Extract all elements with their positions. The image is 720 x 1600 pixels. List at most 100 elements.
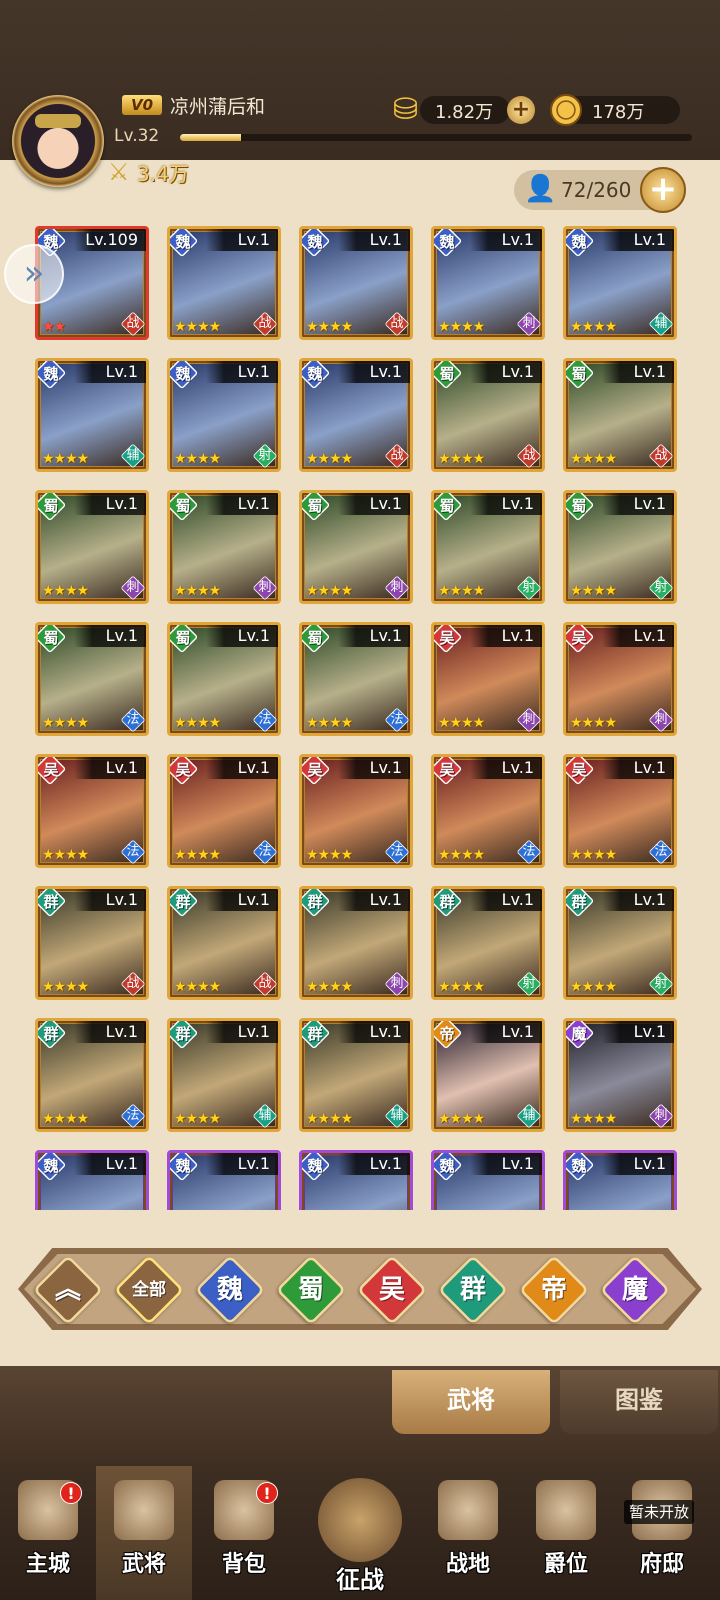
hero-card[interactable]: Lv.1 魏 ★★★★ 战 — [299, 226, 413, 340]
hero-card[interactable]: Lv.1 蜀 ★★★★ 刺 — [167, 490, 281, 604]
battle-flag-icon — [438, 1480, 498, 1540]
hero-card[interactable]: Lv.1 蜀 ★★★★ 战 — [563, 358, 677, 472]
hero-faction: 魏 — [43, 365, 59, 383]
hero-card[interactable]: Lv.1 群 ★★★★ 辅 — [299, 1018, 413, 1132]
hero-stars: ★★★★ — [42, 847, 89, 863]
hero-card[interactable]: Lv.1 蜀 ★★★★ 刺 — [299, 490, 413, 604]
hero-card[interactable]: Lv.1 蜀 ★★★★ 法 — [35, 622, 149, 736]
hero-level: Lv.1 — [470, 1153, 542, 1175]
not-open-badge: 暂未开放 — [624, 1500, 694, 1524]
hero-level: Lv.1 — [206, 757, 278, 779]
hero-card[interactable]: Lv.1 蜀 ★★★★ 射 — [563, 490, 677, 604]
side-menu-toggle-icon[interactable]: » — [4, 244, 64, 304]
hero-level: Lv.1 — [602, 493, 674, 515]
hero-faction: 吴 — [175, 761, 191, 779]
hero-level: Lv.1 — [74, 361, 146, 383]
hero-card[interactable]: Lv.1 吴 ★★★★ 法 — [35, 754, 149, 868]
hero-card[interactable]: Lv.1 群 ★★★★ 战 — [167, 886, 281, 1000]
nav-heroes[interactable]: 武将 — [96, 1466, 192, 1600]
hero-stars: ★★★★ — [42, 451, 89, 467]
hero-card[interactable]: Lv.1 吴 ★★★★ 法 — [563, 754, 677, 868]
add-gold-button[interactable]: + — [507, 96, 535, 124]
nav-bag[interactable]: ! 背包 — [196, 1466, 292, 1600]
hero-stars: ★★ — [42, 319, 66, 335]
hero-card[interactable]: Lv.1 魏 ★★★★ 战 — [167, 226, 281, 340]
hero-faction: 魏 — [439, 233, 455, 251]
hero-card[interactable]: Lv.1 群 ★★★★ 法 — [35, 1018, 149, 1132]
hero-card[interactable]: Lv.1 魏 ★★★★ 辅 — [563, 226, 677, 340]
hero-role: 刺 — [390, 976, 404, 991]
hero-card[interactable]: Lv.1 群 ★★★★ 刺 — [299, 886, 413, 1000]
hero-role: 刺 — [390, 580, 404, 595]
hero-card[interactable]: Lv.1 帝 ★★★★ 辅 — [431, 1018, 545, 1132]
hero-card[interactable]: Lv.1 群 ★★★★ 射 — [431, 886, 545, 1000]
hero-card[interactable]: Lv.1 魏 — [299, 1150, 413, 1210]
filter-label: 全部 — [132, 1280, 166, 1300]
hero-card[interactable]: Lv.1 群 ★★★★ 战 — [35, 886, 149, 1000]
hero-role: 辅 — [522, 1108, 536, 1123]
hero-role: 战 — [258, 976, 272, 991]
player-avatar[interactable] — [12, 95, 104, 187]
hero-stars: ★★★★ — [570, 451, 617, 467]
hero-role: 战 — [258, 316, 272, 331]
expand-capacity-button[interactable]: + — [640, 167, 686, 213]
hero-card[interactable]: Lv.1 魏 ★★★★ 战 — [299, 358, 413, 472]
hero-faction: 群 — [43, 893, 59, 911]
gold-ingot-icon: ⛁ — [393, 92, 419, 127]
hero-card[interactable]: Lv.1 魔 ★★★★ 刺 — [563, 1018, 677, 1132]
hero-card[interactable]: Lv.1 蜀 ★★★★ 射 — [431, 490, 545, 604]
hero-faction: 蜀 — [43, 497, 59, 515]
hero-card[interactable]: Lv.1 蜀 ★★★★ 战 — [431, 358, 545, 472]
hero-card[interactable]: Lv.1 魏 ★★★★ 刺 — [431, 226, 545, 340]
hero-card[interactable]: Lv.1 吴 ★★★★ 法 — [167, 754, 281, 868]
hero-faction: 帝 — [439, 1025, 455, 1043]
hero-stars: ★★★★ — [570, 847, 617, 863]
tab-heroes[interactable]: 武将 — [392, 1370, 550, 1434]
hero-card[interactable]: Lv.1 蜀 ★★★★ 刺 — [35, 490, 149, 604]
hero-card[interactable]: Lv.1 魏 ★★★★ 辅 — [35, 358, 149, 472]
hero-faction: 蜀 — [307, 629, 323, 647]
person-icon: 👤 — [524, 174, 557, 204]
hero-card[interactable]: Lv.1 吴 ★★★★ 法 — [431, 754, 545, 868]
nav-battle[interactable]: 征战 — [300, 1470, 420, 1600]
hero-faction: 吴 — [439, 761, 455, 779]
nav-label: 背包 — [221, 1552, 266, 1577]
vip-badge[interactable]: V0 — [122, 95, 162, 115]
hero-card[interactable]: Lv.1 吴 ★★★★ 刺 — [563, 622, 677, 736]
hero-level: Lv.1 — [206, 493, 278, 515]
nav-rank[interactable]: 爵位 — [518, 1466, 614, 1600]
hero-card[interactable]: Lv.1 魏 — [35, 1150, 149, 1210]
hero-role: 法 — [390, 712, 404, 727]
hero-card[interactable]: Lv.1 群 ★★★★ 射 — [563, 886, 677, 1000]
nav-main-city[interactable]: ! 主城 — [0, 1466, 96, 1600]
hero-card[interactable]: Lv.1 蜀 ★★★★ 法 — [167, 622, 281, 736]
hero-card[interactable]: Lv.1 魏 — [431, 1150, 545, 1210]
hero-level: Lv.1 — [602, 361, 674, 383]
hero-level: Lv.1 — [338, 493, 410, 515]
filter-label: 帝 — [540, 1275, 567, 1305]
hero-card[interactable]: Lv.1 群 ★★★★ 辅 — [167, 1018, 281, 1132]
hero-faction: 蜀 — [175, 497, 191, 515]
hero-level: Lv.1 — [338, 361, 410, 383]
filter-label: ︽ — [54, 1275, 81, 1305]
hero-role: 法 — [390, 844, 404, 859]
hero-level: Lv.109 — [74, 229, 146, 251]
hero-card[interactable]: Lv.1 吴 ★★★★ 刺 — [431, 622, 545, 736]
tab-codex[interactable]: 图鉴 — [560, 1370, 718, 1434]
hero-stars: ★★★★ — [306, 1111, 353, 1127]
dragon-statue-icon — [536, 1480, 596, 1540]
hero-level: Lv.1 — [338, 1021, 410, 1043]
hero-card[interactable]: Lv.1 魏 ★★★★ 射 — [167, 358, 281, 472]
nav-mansion[interactable]: 府邸 — [614, 1466, 710, 1600]
hero-level: Lv.1 — [206, 1021, 278, 1043]
hero-card[interactable]: Lv.1 魏 — [167, 1150, 281, 1210]
hero-card[interactable]: Lv.1 魏 — [563, 1150, 677, 1210]
hero-faction: 吴 — [43, 761, 59, 779]
hero-stars: ★★★★ — [570, 319, 617, 335]
hero-role: 辅 — [126, 448, 140, 463]
hero-card[interactable]: Lv.1 蜀 ★★★★ 法 — [299, 622, 413, 736]
nav-battlefield[interactable]: 战地 — [420, 1466, 516, 1600]
hero-card[interactable]: Lv.1 吴 ★★★★ 法 — [299, 754, 413, 868]
hero-faction: 群 — [43, 1025, 59, 1043]
hero-role: 射 — [522, 976, 536, 991]
